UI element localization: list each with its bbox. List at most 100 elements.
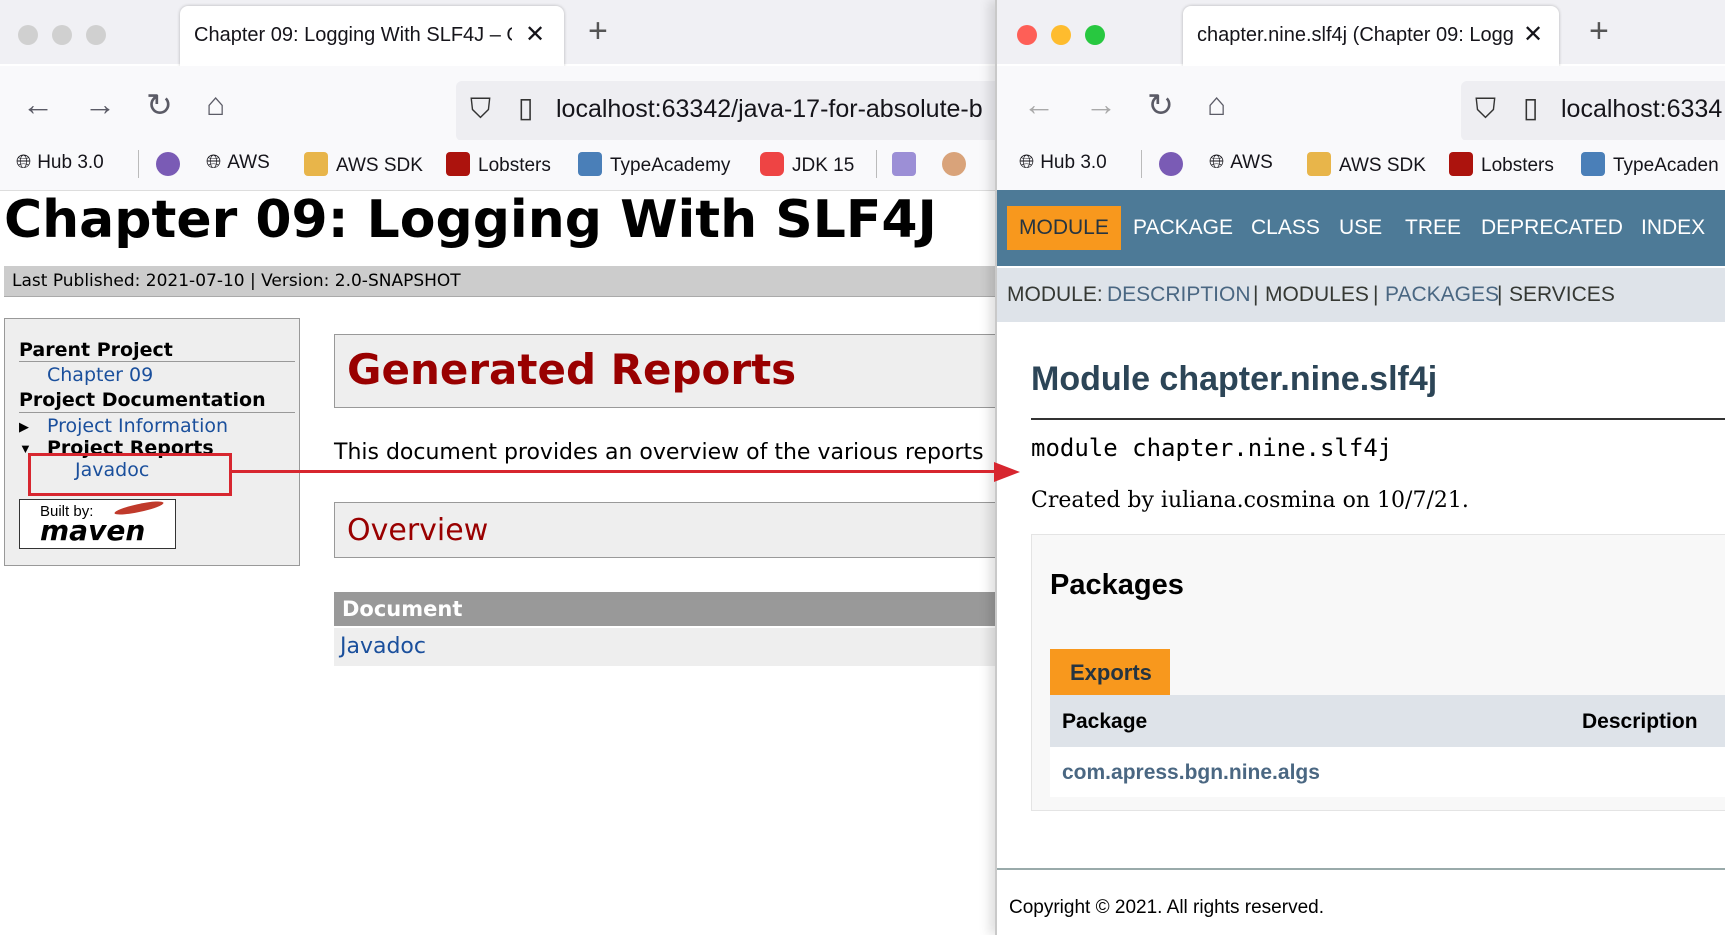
title-divider <box>1031 418 1725 420</box>
url-text: localhost:6334 <box>1561 95 1723 123</box>
back-icon[interactable]: ← <box>1023 86 1055 123</box>
puzzle-icon <box>1159 152 1183 176</box>
nav-index[interactable]: INDEX <box>1641 216 1705 240</box>
module-title: Module chapter.nine.slf4j <box>1031 360 1438 398</box>
tab-bar: chapter.nine.slf4j (Chapter 09: Logg ✕ + <box>997 0 1725 66</box>
footer-copyright: Copyright © 2021. All rights reserved. <box>1009 897 1324 918</box>
bookmark-extra-2[interactable] <box>942 152 974 177</box>
file-icon <box>1307 152 1331 176</box>
puzzle-icon <box>156 152 180 176</box>
bookmark-hub[interactable]: 🌐︎ Hub 3.0 <box>1019 152 1107 174</box>
back-icon[interactable]: ← <box>22 86 54 123</box>
page-title: Chapter 09: Logging With SLF4J <box>4 190 937 250</box>
close-tab-icon[interactable]: ✕ <box>525 20 545 49</box>
nav-module[interactable]: MODULE <box>1007 206 1121 250</box>
annotation-arrow-line <box>229 470 999 473</box>
nav-class[interactable]: CLASS <box>1251 216 1320 240</box>
nav-tree[interactable]: TREE <box>1405 216 1461 240</box>
close-window-button[interactable] <box>1017 25 1037 45</box>
subnav-separator: | <box>1253 283 1259 306</box>
url-bar[interactable]: ⛉ ▯ localhost:63342/java-17-for-absolute… <box>456 81 1000 141</box>
tab-bar: Chapter 09: Logging With SLF4J – G ✕ + <box>0 0 1000 66</box>
bookmark-extra-1[interactable] <box>892 152 924 177</box>
subnav-description[interactable]: DESCRIPTION <box>1107 283 1251 307</box>
bookmarks-bar: 🌐︎ Hub 3.0 🌐︎ AWS AWS SDK Lobsters TypeAca… <box>997 140 1725 191</box>
tab-javadoc[interactable]: chapter.nine.slf4j (Chapter 09: Logg ✕ <box>1183 6 1559 66</box>
home-icon[interactable]: ⌂ <box>1207 86 1226 123</box>
footer-divider <box>997 868 1725 870</box>
published-text: Last Published: 2021-07-10 | Version: 2.… <box>12 271 461 291</box>
col-package: Package <box>1062 710 1148 733</box>
module-subnav: MODULE: DESCRIPTION | MODULES | PACKAGES… <box>997 268 1725 322</box>
nav-use[interactable]: USE <box>1339 216 1382 240</box>
table-row: com.apress.bgn.nine.algs <box>1050 747 1725 797</box>
subnav-separator: | <box>1373 283 1379 306</box>
javadoc-link[interactable]: Javadoc <box>340 634 426 659</box>
tab-title: chapter.nine.slf4j (Chapter 09: Logg <box>1197 24 1514 46</box>
javadoc-top-nav: MODULE PACKAGE CLASS USE TREE DEPRECATED… <box>997 190 1725 266</box>
new-tab-icon[interactable]: + <box>588 12 608 51</box>
built-by-maven-logo[interactable]: Built by: maven <box>19 498 176 549</box>
bookmark-hub[interactable]: 🌐︎ Hub 3.0 <box>16 152 104 174</box>
tab-title: Chapter 09: Logging With SLF4J – G <box>194 24 512 46</box>
url-bar[interactable]: ⛉ ▯ localhost:6334 <box>1461 81 1725 141</box>
bookmark-typeacademy[interactable]: TypeAcaden <box>1581 152 1719 177</box>
bookmark-lobsters[interactable]: Lobsters <box>446 152 551 177</box>
exports-tab[interactable]: Exports <box>1050 649 1170 695</box>
shield-icon: ⛉ <box>470 93 492 124</box>
zoom-window-button[interactable] <box>1085 25 1105 45</box>
bookmark-aws-sdk[interactable]: AWS SDK <box>1307 152 1426 177</box>
nav-heading-docs: Project Documentation <box>19 389 266 411</box>
new-tab-icon[interactable]: + <box>1589 12 1609 51</box>
bookmark-aws-sdk[interactable]: AWS SDK <box>304 152 423 177</box>
close-window-button[interactable] <box>18 25 38 45</box>
forward-icon[interactable]: → <box>84 86 116 123</box>
bookmarks-bar: 🌐︎ Hub 3.0 🌐︎ AWS AWS SDK Lobsters TypeAca… <box>0 140 1000 191</box>
bookmark-jdk15[interactable]: JDK 15 <box>760 152 854 177</box>
reload-icon[interactable]: ↻ <box>146 86 173 124</box>
bookmark-aws[interactable]: 🌐︎ AWS <box>1209 152 1273 174</box>
minimize-window-button[interactable] <box>1051 25 1071 45</box>
nav-link-project-information[interactable]: Project Information <box>47 415 228 437</box>
collapsed-arrow-icon[interactable]: ▶ <box>19 419 29 435</box>
overview-section: Overview <box>334 502 1000 558</box>
arrow-head-icon <box>994 462 1020 482</box>
close-tab-icon[interactable]: ✕ <box>1523 20 1543 49</box>
zoom-window-button[interactable] <box>86 25 106 45</box>
nav-deprecated[interactable]: DEPRECATED <box>1481 216 1623 240</box>
globe-icon: 🌐︎ <box>16 152 32 173</box>
bookmark-aws[interactable]: 🌐︎ AWS <box>206 152 270 174</box>
shield-icon: ⛉ <box>1475 93 1497 124</box>
globe-icon: 🌐︎ <box>1209 152 1225 173</box>
subnav-modules: MODULES <box>1265 283 1369 306</box>
reload-icon[interactable]: ↻ <box>1147 86 1174 124</box>
tab-chapter-09[interactable]: Chapter 09: Logging With SLF4J – G ✕ <box>180 6 564 66</box>
page-icon: ▯ <box>518 92 534 123</box>
nav-package[interactable]: PACKAGE <box>1133 216 1233 240</box>
module-declaration: module chapter.nine.slf4j <box>1031 434 1393 462</box>
home-icon[interactable]: ⌂ <box>206 86 225 123</box>
nav-link-chapter-09[interactable]: Chapter 09 <box>47 364 153 386</box>
overview-title: Overview <box>347 513 489 548</box>
typewriter-icon <box>1581 152 1605 176</box>
url-text: localhost:63342/java-17-for-absolute-b <box>556 95 983 123</box>
right-browser-window: chapter.nine.slf4j (Chapter 09: Logg ✕ +… <box>995 0 1725 935</box>
packages-section: Packages Exports Package Description com… <box>1031 534 1725 811</box>
minimize-window-button[interactable] <box>52 25 72 45</box>
bookmark-typeacademy[interactable]: TypeAcademy <box>578 152 730 177</box>
published-bar: Last Published: 2021-07-10 | Version: 2.… <box>4 266 1000 297</box>
forward-icon[interactable]: → <box>1085 86 1117 123</box>
packages-table-header: Package Description <box>1050 695 1725 747</box>
left-nav: Parent Project Chapter 09 Project Docume… <box>4 318 300 566</box>
ball-icon <box>942 152 966 176</box>
bookmark-icon-purple[interactable] <box>156 152 188 177</box>
subnav-prefix: MODULE: <box>1007 283 1103 306</box>
subnav-packages[interactable]: PACKAGES <box>1385 283 1499 307</box>
page-icon: ▯ <box>1523 92 1539 123</box>
package-link[interactable]: com.apress.bgn.nine.algs <box>1062 761 1320 785</box>
bookmark-icon-purple[interactable] <box>1159 152 1191 177</box>
file-icon <box>304 152 328 176</box>
bookmark-lobsters[interactable]: Lobsters <box>1449 152 1554 177</box>
subnav-services: SERVICES <box>1509 283 1615 306</box>
packages-heading: Packages <box>1050 569 1184 601</box>
